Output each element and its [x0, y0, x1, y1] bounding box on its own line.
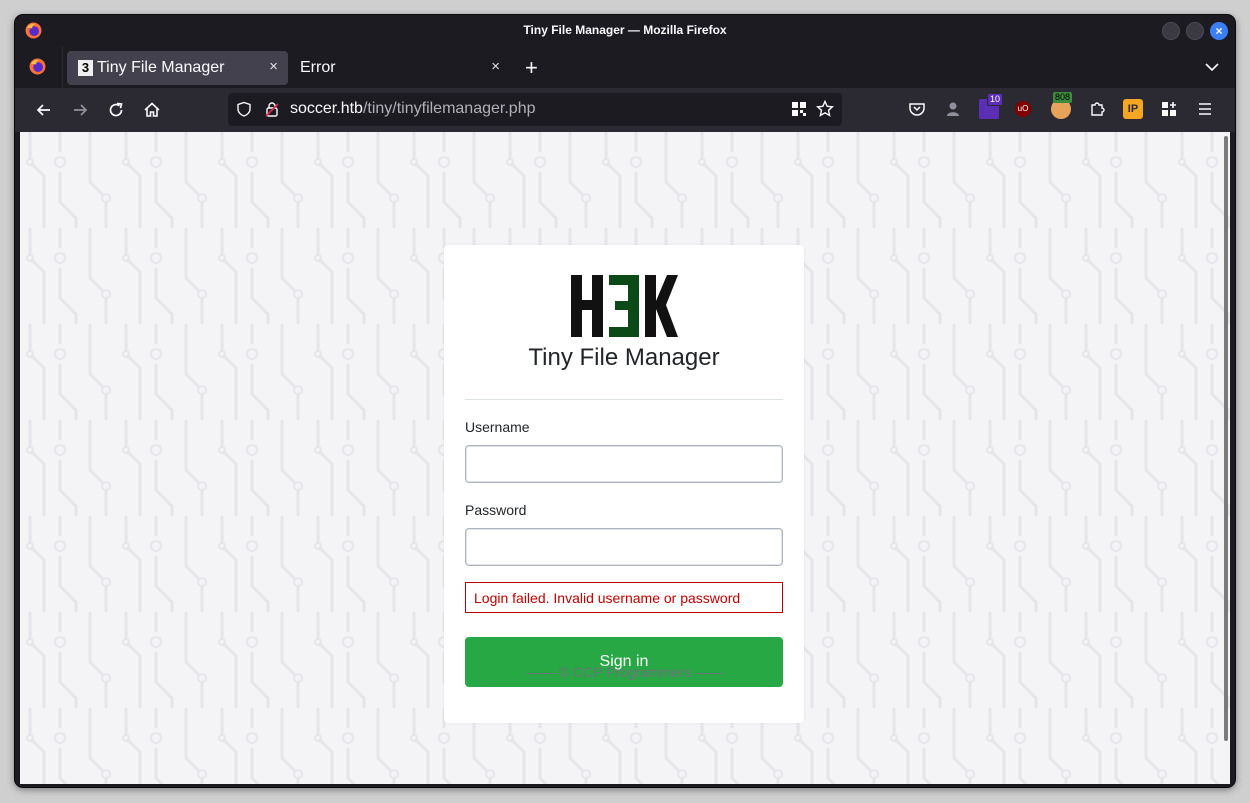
- tab-close-icon[interactable]: ×: [491, 58, 500, 75]
- puzzle-icon[interactable]: [1087, 99, 1107, 119]
- menu-icon[interactable]: [1195, 99, 1215, 119]
- window-title: Tiny File Manager — Mozilla Firefox: [523, 23, 727, 37]
- tab-close-icon[interactable]: ×: [269, 58, 278, 75]
- ublock-icon[interactable]: uO: [1015, 101, 1031, 117]
- username-label: Username: [465, 419, 530, 435]
- title-bar: Tiny File Manager — Mozilla Firefox ×: [15, 15, 1235, 46]
- login-error-message: Login failed. Invalid username or passwo…: [465, 582, 783, 613]
- url-path: /tiny/tinyfilemanager.php: [362, 100, 536, 117]
- bookmark-star-icon[interactable]: [816, 100, 834, 118]
- tab-label: Tiny File Manager: [97, 59, 225, 76]
- minimize-button[interactable]: [1162, 22, 1180, 40]
- tab-bar: 3 Tiny File Manager × Error × +: [15, 46, 1235, 88]
- divider: [465, 399, 783, 400]
- adblock-badge: 10: [987, 93, 1004, 106]
- back-icon[interactable]: [33, 99, 55, 121]
- insecure-lock-icon[interactable]: [264, 101, 280, 117]
- tab-list-chevron-icon[interactable]: [1205, 60, 1219, 74]
- url-host: soccer.htb: [290, 100, 363, 117]
- login-card: Tiny File Manager Username Password Logi…: [444, 245, 804, 723]
- reload-icon[interactable]: [105, 99, 127, 121]
- grid-plus-icon[interactable]: [1159, 99, 1179, 119]
- tab-favicon-icon: 3: [78, 60, 93, 76]
- extension-icon[interactable]: [943, 99, 963, 119]
- maximize-button[interactable]: [1186, 22, 1204, 40]
- new-tab-icon[interactable]: +: [525, 55, 538, 81]
- password-label: Password: [465, 502, 527, 518]
- ip-extension-icon[interactable]: IP: [1123, 99, 1143, 119]
- home-icon[interactable]: [141, 99, 163, 121]
- tab-label: Error: [300, 59, 336, 76]
- address-bar[interactable]: soccer.htb/tiny/tinyfilemanager.php: [228, 93, 842, 126]
- url-text[interactable]: soccer.htb/tiny/tinyfilemanager.php: [290, 100, 535, 118]
- tab-tiny-file-manager[interactable]: 3 Tiny File Manager ×: [67, 51, 288, 85]
- qr-code-icon[interactable]: [792, 102, 806, 116]
- app-title: Tiny File Manager: [528, 344, 720, 371]
- username-input[interactable]: [465, 445, 783, 483]
- window-close-button[interactable]: ×: [1210, 22, 1228, 40]
- h3k-logo: [571, 275, 678, 337]
- avatar-extension-icon[interactable]: 808: [1051, 92, 1073, 119]
- browser-window: Tiny File Manager — Mozilla Firefox × 3 …: [15, 15, 1235, 787]
- tab-error[interactable]: Error ×: [290, 51, 510, 85]
- adblock-icon[interactable]: 10: [979, 93, 1004, 119]
- forward-icon[interactable]: [69, 99, 91, 121]
- firefox-view-icon[interactable]: [29, 58, 46, 75]
- pocket-icon[interactable]: [907, 99, 927, 119]
- page-scrollbar[interactable]: [1224, 136, 1228, 741]
- navigation-bar: soccer.htb/tiny/tinyfilemanager.php 10 u…: [15, 88, 1235, 132]
- tab-separator: [62, 46, 63, 88]
- tracking-protection-shield-icon[interactable]: [236, 101, 252, 117]
- page-content: Tiny File Manager Username Password Logi…: [20, 132, 1230, 784]
- footer-copyright: —— © CCP Programmers ——: [527, 664, 723, 680]
- avatar-extension-badge: 808: [1053, 92, 1073, 103]
- password-input[interactable]: [465, 528, 783, 566]
